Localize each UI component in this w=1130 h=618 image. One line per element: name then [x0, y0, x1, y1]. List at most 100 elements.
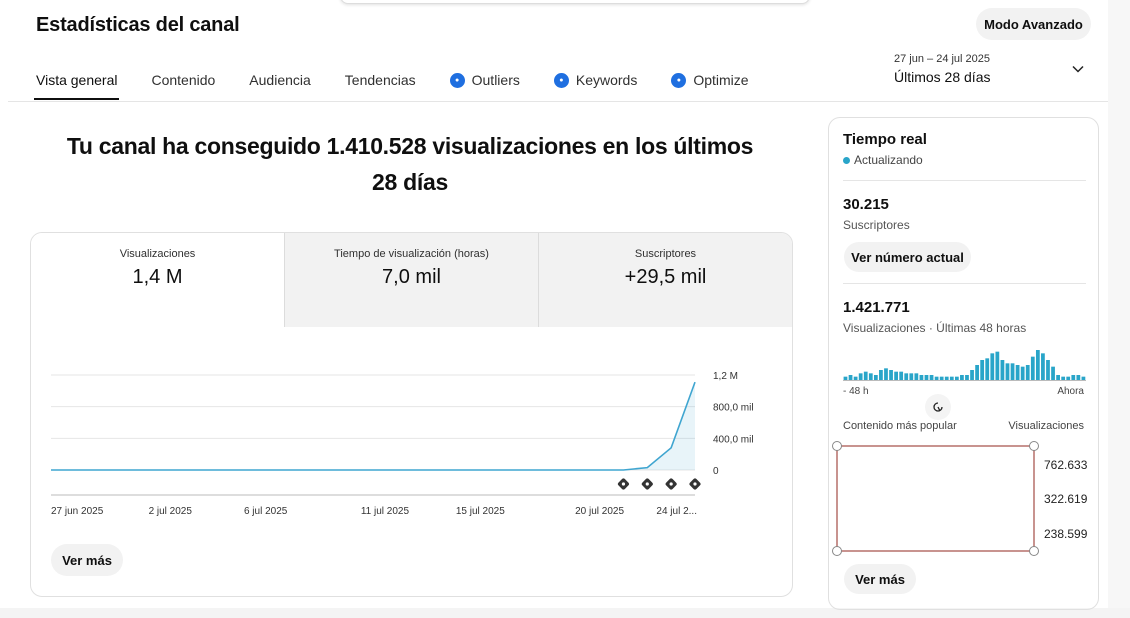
- page-title: Estadísticas del canal: [36, 14, 240, 36]
- spark-bar: [914, 373, 919, 380]
- tab-label: Outliers: [471, 72, 520, 88]
- popular-content-label: Contenido más popular: [843, 420, 957, 432]
- tab-optimize[interactable]: ● Optimize: [671, 72, 749, 102]
- metric-tabs: Visualizaciones 1,4 M Tiempo de visualiz…: [31, 233, 792, 327]
- spark-bar: [873, 375, 878, 380]
- spark-bar: [889, 370, 893, 380]
- x-tick-label: 24 jul 2...: [656, 506, 697, 517]
- tab-label: Vista general: [36, 72, 118, 88]
- realtime-card: Tiempo real Actualizando 30.215 Suscript…: [828, 117, 1099, 610]
- subscriber-label: Suscriptores: [843, 218, 910, 232]
- spark-bar: [944, 376, 949, 380]
- spark-bar: [1025, 365, 1030, 380]
- spark-bar: [858, 373, 863, 380]
- x-tick-label: 2 jul 2025: [149, 506, 193, 517]
- views-label: Visualizaciones · Últimas 48 horas: [843, 321, 1027, 335]
- spark-bar: [1015, 365, 1020, 380]
- spark-bar: [919, 375, 924, 380]
- date-range-picker[interactable]: 27 jun – 24 jul 2025 Últimos 28 días: [894, 53, 990, 85]
- date-range-dates: 27 jun – 24 jul 2025: [894, 53, 991, 65]
- resize-handle[interactable]: [832, 546, 842, 556]
- tab-keywords[interactable]: ● Keywords: [553, 72, 638, 102]
- tab-divider: [8, 101, 1108, 102]
- advanced-mode-button[interactable]: Modo Avanzado: [976, 8, 1091, 40]
- metric-views[interactable]: Visualizaciones 1,4 M: [31, 233, 284, 327]
- selection-box[interactable]: [832, 441, 1039, 556]
- popular-value: 762.633: [1044, 458, 1088, 472]
- popular-value: 238.599: [1044, 527, 1088, 541]
- extension-badge-icon: ●: [449, 73, 465, 88]
- extension-badge-icon: ●: [553, 73, 569, 88]
- sparkline-start-label: - 48 h: [843, 386, 869, 397]
- y-tick-label: 400,0 mil: [713, 434, 754, 445]
- spark-bar: [848, 375, 853, 380]
- spark-bar: [924, 375, 929, 380]
- views-line: [51, 381, 696, 471]
- spark-bar: [939, 376, 944, 380]
- realtime-status-text: Actualizando: [854, 153, 923, 167]
- spark-bar: [1066, 376, 1071, 380]
- spark-bar: [1030, 356, 1035, 380]
- current-count-button[interactable]: Ver número actual: [844, 242, 971, 272]
- extension-badge-icon: ●: [671, 73, 687, 88]
- video-publish-icon: [665, 478, 677, 490]
- scroll-gutter: [1108, 0, 1130, 618]
- subscriber-count: 30.215: [843, 196, 889, 213]
- marker-dot: [645, 482, 649, 486]
- resize-handle[interactable]: [1029, 441, 1039, 451]
- tab-label: Keywords: [575, 72, 638, 88]
- chevron-down-icon[interactable]: [1071, 62, 1085, 76]
- cursor-icon: [925, 394, 951, 420]
- live-dot-icon: [843, 156, 850, 164]
- spark-bar: [1071, 375, 1076, 380]
- metric-label: Visualizaciones: [119, 248, 196, 260]
- marker-dot: [669, 482, 673, 486]
- tab-overview[interactable]: Vista general: [33, 72, 120, 102]
- y-tick-label: 1,2 M: [713, 371, 738, 382]
- spark-bar: [990, 353, 995, 380]
- tab-bar: Vista general Contenido Audiencia Tenden…: [33, 72, 783, 102]
- metric-watch-time[interactable]: Tiempo de visualización (horas) 7,0 mil: [284, 233, 538, 327]
- spark-bar: [894, 371, 898, 380]
- x-tick-label: 11 jul 2025: [361, 506, 410, 517]
- tab-content[interactable]: Contenido: [151, 72, 215, 102]
- overview-card: Visualizaciones 1,4 M Tiempo de visualiz…: [30, 232, 793, 597]
- popular-metric-label: Visualizaciones: [1008, 420, 1084, 432]
- spark-bar: [975, 365, 979, 380]
- tab-label: Audiencia: [249, 72, 311, 88]
- see-more-button[interactable]: Ver más: [51, 544, 123, 576]
- spark-bar: [1000, 360, 1005, 380]
- metric-value: +29,5 mil: [624, 266, 707, 288]
- y-tick-label: 800,0 mil: [713, 403, 754, 414]
- tab-trends[interactable]: Tendencias: [345, 72, 416, 102]
- realtime-status: Actualizando: [843, 153, 923, 167]
- spark-bar: [929, 375, 934, 380]
- analytics-page: Estadísticas del canal Modo Avanzado Vis…: [0, 0, 1130, 618]
- spark-bar: [960, 375, 964, 380]
- realtime-sparkline: [843, 350, 1086, 381]
- spark-bar: [884, 368, 888, 380]
- spark-bar: [843, 376, 848, 380]
- spark-bar: [1046, 360, 1050, 380]
- realtime-see-more-button[interactable]: Ver más: [844, 564, 916, 594]
- spark-bar: [868, 373, 873, 380]
- tab-audience[interactable]: Audiencia: [249, 72, 311, 102]
- resize-handle[interactable]: [832, 441, 842, 451]
- spark-bar: [1051, 366, 1055, 380]
- metric-subscribers[interactable]: Suscriptores +29,5 mil: [538, 233, 792, 327]
- spark-bar: [863, 371, 868, 380]
- spark-bar: [1005, 363, 1010, 380]
- spark-bar: [1061, 376, 1066, 380]
- realtime-title: Tiempo real: [843, 131, 927, 148]
- spark-bar: [899, 371, 904, 380]
- tab-outliers[interactable]: ● Outliers: [449, 72, 520, 102]
- spark-bar: [1020, 366, 1025, 380]
- x-tick-label: 20 jul 2025: [575, 506, 624, 517]
- views-chart: 0 400,0 mil 800,0 mil 1,2 M 27 jun 2025 2 jul…: [51, 371, 754, 517]
- spark-bar: [1076, 375, 1081, 380]
- tab-label: Tendencias: [344, 72, 416, 88]
- spark-bar: [1041, 353, 1045, 380]
- resize-handle[interactable]: [1029, 546, 1039, 556]
- spark-bar: [879, 370, 883, 380]
- metric-value: 1,4 M: [132, 266, 183, 288]
